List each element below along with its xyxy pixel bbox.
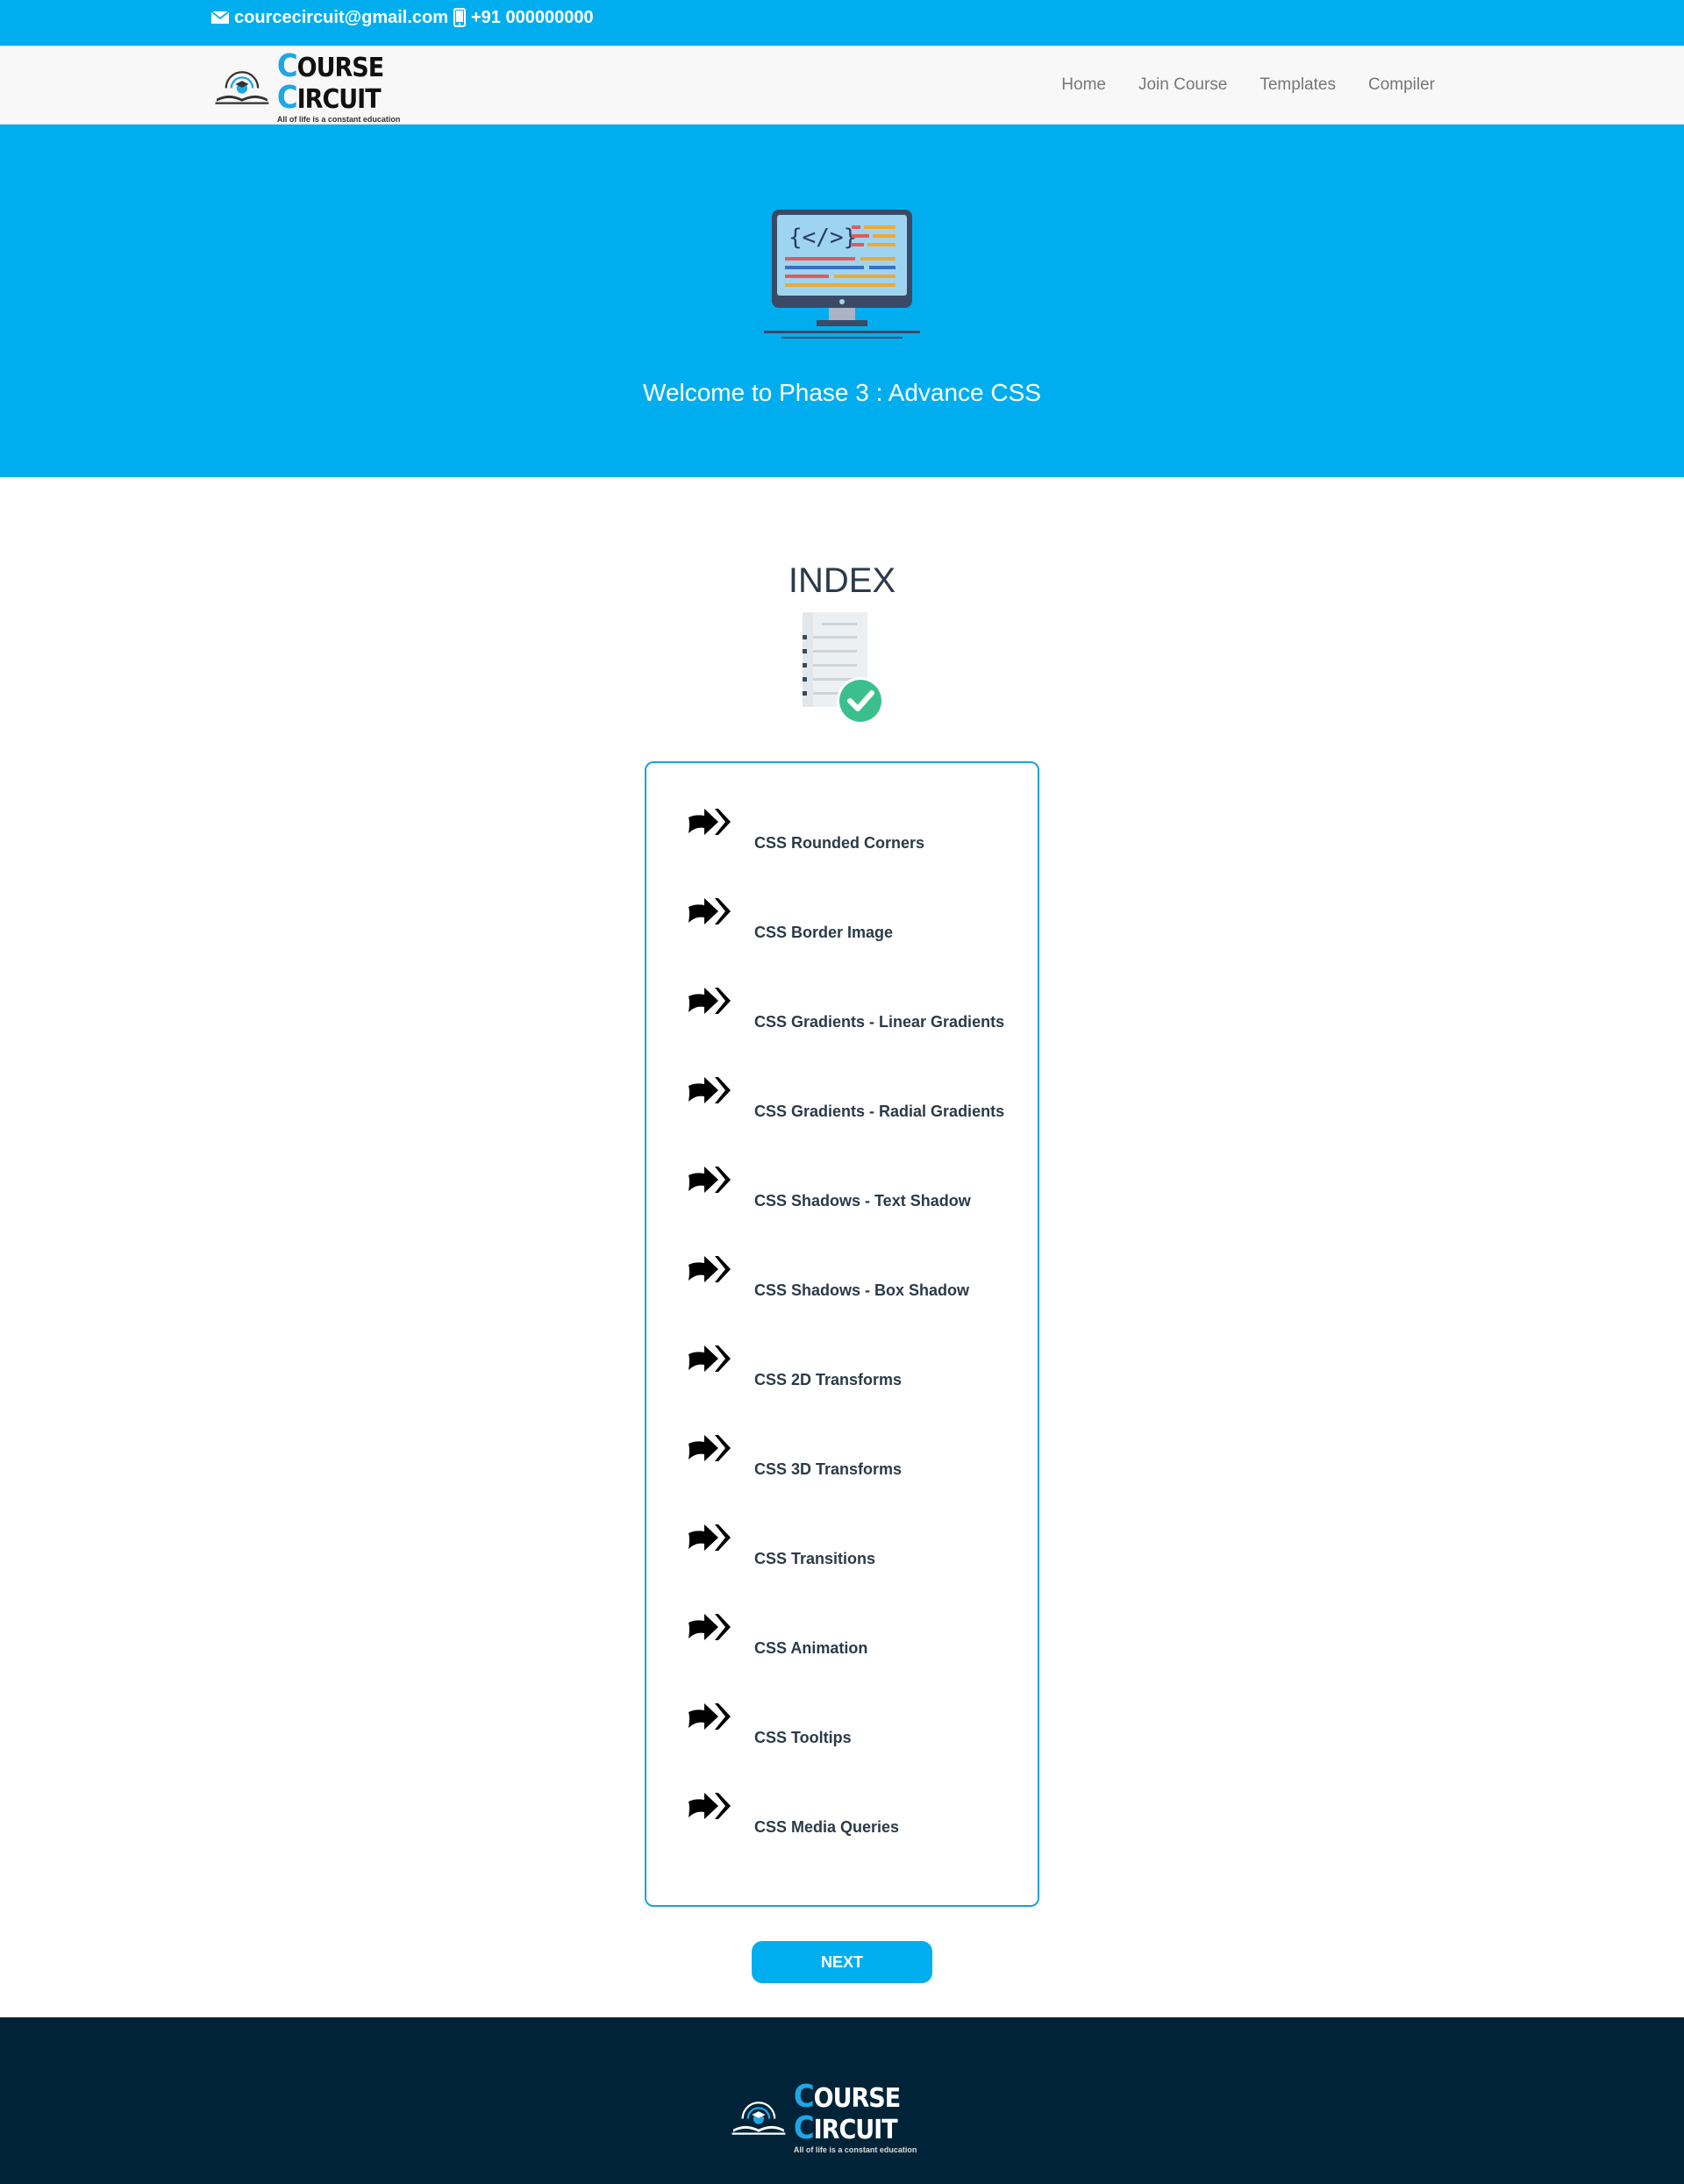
index-item-label: CSS Gradients - Linear Gradients bbox=[754, 1013, 1005, 1031]
nav-home[interactable]: Home bbox=[1061, 75, 1106, 95]
nav-templates[interactable]: Templates bbox=[1259, 75, 1336, 95]
book-graduation-logo-icon bbox=[215, 71, 269, 104]
double-arrow-right-icon bbox=[687, 1791, 732, 1827]
index-item[interactable]: CSS Shadows - Text Shadow bbox=[687, 1165, 1020, 1217]
hero-banner: {</>} Welcome to Phase 3 : Advance CSS bbox=[0, 125, 1684, 477]
double-arrow-right-icon bbox=[687, 1523, 732, 1559]
index-item-label: CSS Gradients - Radial Gradients bbox=[754, 1103, 1005, 1120]
index-item-label: CSS Shadows - Text Shadow bbox=[754, 1192, 971, 1210]
double-arrow-right-icon bbox=[687, 896, 732, 932]
footer: COURSE CIRCUIT All of life is a constant… bbox=[0, 2017, 1684, 2184]
index-item-label: CSS Shadows - Box Shadow bbox=[754, 1281, 970, 1299]
index-item-label: CSS Animation bbox=[754, 1639, 868, 1657]
index-item[interactable]: CSS Tooltips bbox=[687, 1702, 1020, 1754]
index-item-label: CSS 2D Transforms bbox=[754, 1371, 903, 1388]
double-arrow-right-icon bbox=[687, 1254, 732, 1290]
index-item[interactable]: CSS Rounded Corners bbox=[687, 807, 1020, 860]
double-arrow-right-icon bbox=[687, 1612, 732, 1648]
index-item-label: CSS Media Queries bbox=[754, 1818, 900, 1836]
brand-logo[interactable]: COURSE CIRCUIT All of life is a constant… bbox=[214, 50, 442, 123]
footer-brand-logo[interactable]: COURSE CIRCUIT All of life is a constant… bbox=[731, 2081, 959, 2153]
envelope-icon bbox=[211, 11, 229, 24]
double-arrow-right-icon bbox=[687, 1165, 732, 1201]
index-item-label: CSS Transitions bbox=[754, 1550, 876, 1567]
index-item[interactable]: CSS 3D Transforms bbox=[687, 1433, 1020, 1486]
index-item[interactable]: CSS Transitions bbox=[687, 1523, 1020, 1575]
double-arrow-right-icon bbox=[687, 1075, 732, 1111]
main-nav: Home Join Course Templates Compiler bbox=[1029, 46, 1435, 124]
contact-email[interactable]: courcecircuit@gmail.com bbox=[211, 7, 448, 28]
mobile-phone-icon bbox=[453, 8, 466, 27]
hero-title: Welcome to Phase 3 : Advance CSS bbox=[643, 379, 1041, 406]
index-item-label: CSS Rounded Corners bbox=[754, 834, 925, 852]
svg-text:{</>}: {</>} bbox=[788, 225, 857, 251]
top-contact-bar: courcecircuit@gmail.com +91 000000000 bbox=[0, 0, 1684, 46]
double-arrow-right-icon bbox=[687, 1433, 732, 1469]
navbar: COURSE CIRCUIT All of life is a constant… bbox=[0, 46, 1684, 125]
brand-name: COURSE CIRCUIT bbox=[276, 47, 384, 116]
nav-join-course[interactable]: Join Course bbox=[1138, 75, 1227, 95]
footer-brand-name: COURSE CIRCUIT bbox=[793, 2078, 901, 2146]
book-graduation-logo-icon bbox=[731, 2102, 786, 2135]
index-title: INDEX bbox=[788, 561, 896, 600]
computer-monitor-code-icon: {</>} bbox=[764, 210, 920, 339]
index-item-label: CSS Tooltips bbox=[754, 1729, 852, 1746]
brand-tagline: All of life is a constant education bbox=[276, 114, 401, 124]
contact-phone-text: +91 000000000 bbox=[471, 7, 594, 27]
index-item[interactable]: CSS Media Queries bbox=[687, 1791, 1020, 1844]
index-item[interactable]: CSS 2D Transforms bbox=[687, 1344, 1020, 1396]
contact-email-text: courcecircuit@gmail.com bbox=[234, 7, 449, 27]
contact-phone[interactable]: +91 000000000 bbox=[453, 7, 594, 28]
footer-brand-tagline: All of life is a constant education bbox=[793, 2145, 917, 2154]
document-checklist-icon bbox=[803, 612, 884, 724]
double-arrow-right-icon bbox=[687, 986, 732, 1022]
index-item[interactable]: CSS Gradients - Linear Gradients bbox=[687, 986, 1020, 1038]
index-item[interactable]: CSS Border Image bbox=[687, 896, 1020, 949]
double-arrow-right-icon bbox=[687, 1344, 732, 1380]
index-item[interactable]: CSS Gradients - Radial Gradients bbox=[687, 1075, 1020, 1128]
index-item[interactable]: CSS Shadows - Box Shadow bbox=[687, 1254, 1020, 1307]
index-list: CSS Rounded Corners CSS Border Image CSS G… bbox=[645, 761, 1039, 1907]
nav-compiler[interactable]: Compiler bbox=[1368, 75, 1435, 95]
double-arrow-right-icon bbox=[687, 807, 732, 843]
double-arrow-right-icon bbox=[687, 1702, 732, 1738]
next-button[interactable]: NEXT bbox=[752, 1941, 932, 1983]
index-item[interactable]: CSS Animation bbox=[687, 1612, 1020, 1665]
index-item-label: CSS 3D Transforms bbox=[754, 1460, 903, 1478]
index-item-label: CSS Border Image bbox=[754, 924, 894, 941]
